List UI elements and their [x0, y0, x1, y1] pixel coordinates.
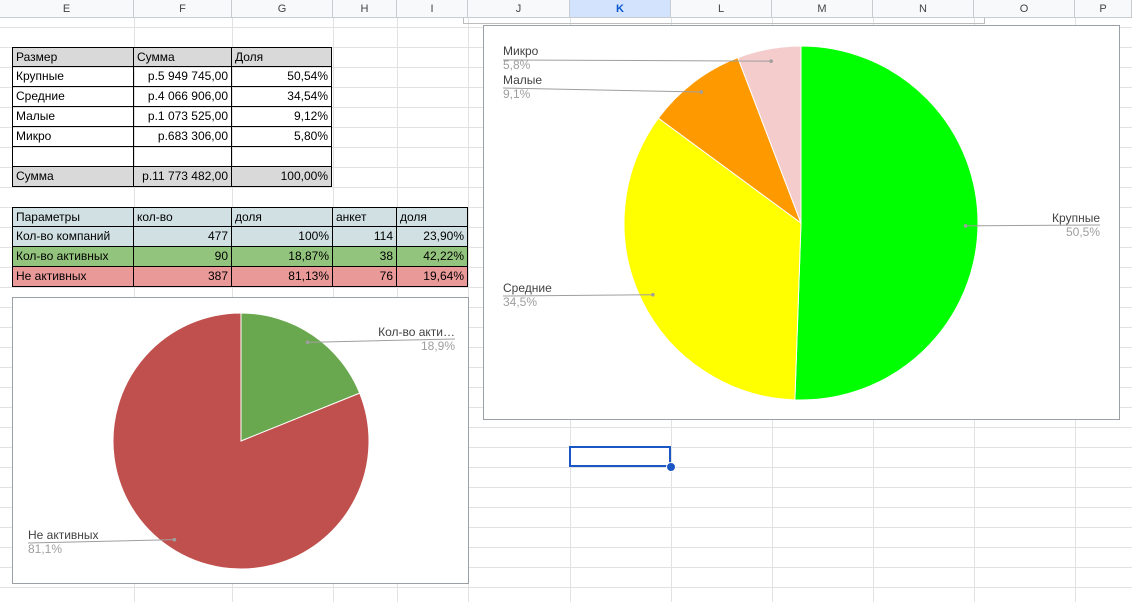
- column-header-G[interactable]: G: [232, 0, 333, 18]
- column-header-F[interactable]: F: [134, 0, 232, 18]
- size-row-label[interactable]: [12, 147, 134, 167]
- params-row-share[interactable]: 18,87%: [232, 247, 333, 267]
- column-header-J[interactable]: J: [468, 0, 570, 18]
- size-row-sum[interactable]: р.1 073 525,00: [134, 107, 232, 127]
- grid-hline: [0, 587, 1132, 588]
- size-row-sum[interactable]: р.5 949 745,00: [134, 67, 232, 87]
- slice-label: Средние: [503, 281, 552, 295]
- params-header[interactable]: кол-во: [134, 207, 232, 227]
- active-cell-selection[interactable]: [569, 446, 671, 467]
- size-header-size[interactable]: Размер: [12, 47, 134, 67]
- params-row-label[interactable]: Кол-во активных: [12, 247, 134, 267]
- drawing-border-fragment: [463, 18, 985, 24]
- params-header[interactable]: доля: [397, 207, 468, 227]
- size-row-share[interactable]: [232, 147, 332, 167]
- size-row-sum[interactable]: р.4 066 906,00: [134, 87, 232, 107]
- size-row-sum[interactable]: [134, 147, 232, 167]
- slice-percent-label: 9,1%: [503, 87, 531, 101]
- params-row-surveys[interactable]: 114: [333, 227, 397, 247]
- slice-percent-label: 5,8%: [503, 58, 531, 72]
- slice-leader-dot: [172, 537, 177, 542]
- size-row-label[interactable]: Микро: [12, 127, 134, 147]
- size-row-label[interactable]: Крупные: [12, 67, 134, 87]
- size-pie-chart[interactable]: Крупные 50,5% Средние 34,5% Малые 9,1% Микро 5,…: [483, 25, 1120, 420]
- activity-pie-svg: Кол-во акти…18,9% Не активных81,1%: [27, 312, 455, 570]
- column-header-H[interactable]: H: [333, 0, 397, 18]
- params-row-survey-share[interactable]: 23,90%: [397, 227, 468, 247]
- params-header[interactable]: Параметры: [12, 207, 134, 227]
- slice-leader-dot: [769, 59, 773, 63]
- fill-handle[interactable]: [666, 462, 676, 472]
- column-header-P[interactable]: P: [1075, 0, 1132, 18]
- size-row-share[interactable]: 9,12%: [232, 107, 332, 127]
- params-row-survey-share[interactable]: 42,22%: [397, 247, 468, 267]
- params-row-count[interactable]: 387: [134, 267, 232, 287]
- params-row-share[interactable]: 100%: [232, 227, 333, 247]
- size-header-sum[interactable]: Сумма: [134, 47, 232, 67]
- params-row-survey-share[interactable]: 19,64%: [397, 267, 468, 287]
- slice-leader-dot: [699, 90, 704, 94]
- size-row-label[interactable]: Малые: [12, 107, 134, 127]
- size-row-share[interactable]: 34,54%: [232, 87, 332, 107]
- slice-leader-line: [502, 87, 702, 93]
- activity-pie-chart[interactable]: Кол-во акти… 18,9% Не активных 81,1%: [12, 297, 469, 584]
- slice-label: Кол-во акти…: [378, 325, 455, 339]
- params-row-count[interactable]: 477: [134, 227, 232, 247]
- pie-slice[interactable]: [794, 45, 979, 401]
- slice-leader-dot: [651, 292, 655, 297]
- slice-percent-label: 50,5%: [1066, 225, 1100, 239]
- slice-leader-dot: [305, 340, 310, 345]
- params-row-count[interactable]: 90: [134, 247, 232, 267]
- spreadsheet-grid[interactable]: EFGHIJKLMNOP Размер Сумма Доля Крупные р…: [0, 0, 1132, 602]
- params-row-surveys[interactable]: 38: [333, 247, 397, 267]
- size-pie-svg: Крупные50,5% Средние34,5% Малые9,1% Микро5,…: [502, 44, 1100, 401]
- size-total-share[interactable]: 100,00%: [232, 167, 332, 187]
- slice-label: Микро: [503, 44, 539, 58]
- column-header-O[interactable]: O: [974, 0, 1075, 18]
- params-row-share[interactable]: 81,13%: [232, 267, 333, 287]
- size-header-share[interactable]: Доля: [232, 47, 332, 67]
- slice-label: Малые: [503, 73, 542, 87]
- slice-percent-label: 81,1%: [28, 542, 62, 556]
- slice-percent-label: 18,9%: [421, 339, 455, 353]
- column-header-E[interactable]: E: [0, 0, 134, 18]
- size-row-sum[interactable]: р.683 306,00: [134, 127, 232, 147]
- column-header-N[interactable]: N: [873, 0, 974, 18]
- column-header-I[interactable]: I: [397, 0, 468, 18]
- slice-leader-dot: [963, 224, 968, 228]
- params-header[interactable]: анкет: [333, 207, 397, 227]
- size-total-label[interactable]: Сумма: [12, 167, 134, 187]
- column-header-M[interactable]: M: [772, 0, 873, 18]
- params-header[interactable]: доля: [232, 207, 333, 227]
- params-row-label[interactable]: Не активных: [12, 267, 134, 287]
- params-row-label[interactable]: Кол-во компаний: [12, 227, 134, 247]
- params-row-surveys[interactable]: 76: [333, 267, 397, 287]
- size-row-label[interactable]: Средние: [12, 87, 134, 107]
- slice-percent-label: 34,5%: [503, 295, 537, 309]
- column-header-L[interactable]: L: [671, 0, 772, 18]
- column-header-K[interactable]: K: [570, 0, 671, 18]
- slice-label: Не активных: [28, 528, 99, 542]
- size-row-share[interactable]: 5,80%: [232, 127, 332, 147]
- slice-label: Крупные: [1052, 211, 1100, 225]
- size-row-share[interactable]: 50,54%: [232, 67, 332, 87]
- size-total-sum[interactable]: р.11 773 482,00: [134, 167, 232, 187]
